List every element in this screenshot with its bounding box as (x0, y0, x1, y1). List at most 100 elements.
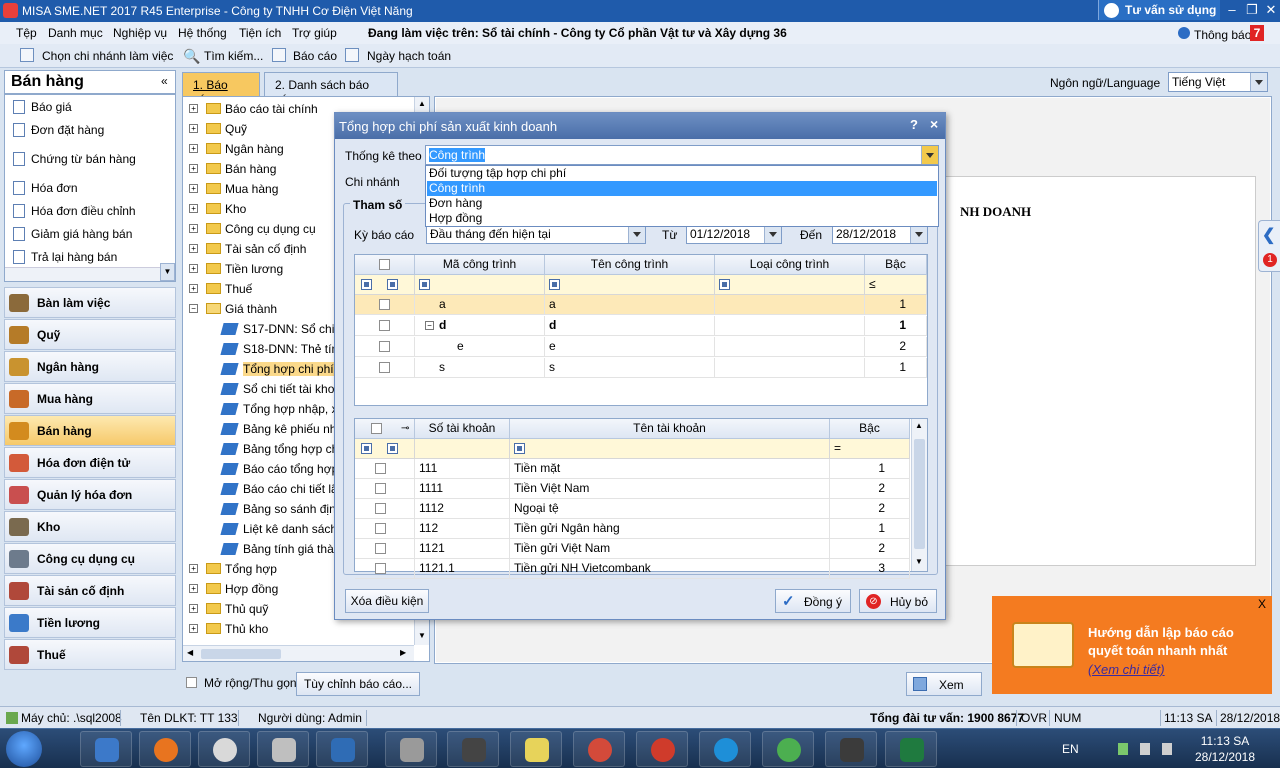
filter-cell[interactable] (355, 439, 415, 459)
row-select-cell[interactable] (355, 459, 415, 479)
row-select-cell[interactable] (355, 337, 415, 357)
branch-button[interactable]: Chọn chi nhánh làm việc (42, 49, 173, 63)
grid-header[interactable]: Mã công trình (415, 255, 545, 275)
ok-button[interactable]: ✓ Đồng ý (775, 589, 851, 613)
expand-icon[interactable]: + (189, 624, 198, 633)
expand-icon[interactable]: + (189, 164, 198, 173)
account-name-cell[interactable]: Tiền mặt (510, 459, 830, 479)
grid-header[interactable]: Bậc (830, 419, 910, 439)
account-code-cell[interactable]: 112 (415, 519, 510, 539)
network-icon[interactable] (1140, 743, 1150, 755)
expand-icon[interactable]: + (189, 284, 198, 293)
expand-icon[interactable]: + (189, 584, 198, 593)
project-level-cell[interactable]: 1 (865, 316, 927, 336)
customize-report-button[interactable]: Tùy chỉnh báo cáo... (296, 672, 420, 696)
row-checkbox[interactable] (379, 362, 390, 373)
search-button[interactable]: Tìm kiếm... (204, 49, 263, 63)
account-code-cell[interactable]: 1121 (415, 539, 510, 559)
filter-icon[interactable] (549, 279, 560, 290)
nav-item[interactable]: Ngân hàng (4, 351, 176, 382)
filter-icon[interactable] (719, 279, 730, 290)
stat-select[interactable]: Công trình (425, 145, 939, 165)
banner-link[interactable]: (Xem chi tiết) (1088, 662, 1165, 677)
chevron-down-icon[interactable] (628, 225, 645, 243)
filter-icon[interactable] (419, 279, 430, 290)
clock[interactable]: 11:13 SA 28/12/2018 (1190, 733, 1260, 765)
nav-item[interactable]: Bàn làm việc (4, 287, 176, 318)
taskbar-app[interactable] (316, 731, 368, 767)
row-checkbox[interactable] (375, 523, 386, 534)
report-button[interactable]: Báo cáo (293, 49, 337, 63)
filter-cell[interactable] (715, 275, 865, 295)
filter-cell[interactable] (355, 275, 415, 295)
posting-date-button[interactable]: Ngày hạch toán (367, 49, 451, 63)
expand-icon[interactable]: + (189, 244, 198, 253)
filter-icon[interactable] (514, 443, 525, 454)
to-date[interactable]: 28/12/2018 (832, 224, 928, 244)
expand-icon[interactable]: + (189, 104, 198, 113)
filter-icon[interactable] (361, 279, 372, 290)
nav-item[interactable]: Quản lý hóa đơn (4, 479, 176, 510)
scroll-right-icon[interactable]: ▶ (400, 648, 406, 657)
collapse-icon[interactable]: − (189, 304, 198, 313)
project-level-cell[interactable]: 1 (865, 295, 927, 315)
account-code-cell[interactable]: 1111 (415, 479, 510, 499)
account-level-cell[interactable]: 3 (830, 559, 910, 579)
project-type-cell[interactable] (715, 337, 865, 357)
filter-cell[interactable] (510, 439, 830, 459)
list-item[interactable]: Giảm giá hàng bán (13, 224, 168, 244)
consult-button[interactable]: Tư vấn sử dụng (1098, 0, 1220, 20)
scroll-up-icon[interactable]: ▲ (915, 421, 923, 430)
taskbar-app[interactable] (762, 731, 814, 767)
chevron-down-icon[interactable] (910, 225, 927, 243)
expand-icon[interactable]: + (189, 264, 198, 273)
dropdown-option[interactable]: Hợp đồng (427, 211, 937, 226)
tray-icon[interactable] (1118, 743, 1128, 755)
tree-hscroll[interactable]: ◀ ▶ (183, 645, 414, 661)
taskbar-app[interactable] (510, 731, 562, 767)
filter-cell[interactable]: ≤ (865, 275, 927, 295)
row-select-cell[interactable] (355, 519, 415, 539)
taskbar-app[interactable] (198, 731, 250, 767)
period-select[interactable]: Đầu tháng đến hiện tại (426, 224, 646, 244)
taskbar-app[interactable] (825, 731, 877, 767)
nav-item[interactable]: Bán hàng (4, 415, 176, 446)
row-checkbox[interactable] (375, 563, 386, 574)
chevron-down-icon[interactable] (1250, 73, 1267, 91)
list-item[interactable]: Đơn đặt hàng (13, 120, 168, 140)
expand-icon[interactable]: + (189, 124, 198, 133)
grid-header[interactable]: Số tài khoản (415, 419, 510, 439)
row-select-cell[interactable] (355, 295, 415, 315)
account-name-cell[interactable]: Tiền Việt Nam (510, 479, 830, 499)
row-checkbox[interactable] (375, 483, 386, 494)
taskbar-app[interactable] (80, 731, 132, 767)
row-select-cell[interactable] (355, 499, 415, 519)
project-level-cell[interactable]: 2 (865, 337, 927, 357)
input-language[interactable]: EN (1062, 742, 1079, 756)
pin-icon[interactable]: ⊸ (401, 419, 409, 438)
taskbar-app[interactable] (139, 731, 191, 767)
filter-icon[interactable] (361, 443, 372, 454)
scroll-thumb[interactable] (914, 439, 925, 549)
account-level-cell[interactable]: 2 (830, 499, 910, 519)
scroll-left-icon[interactable]: ◀ (187, 648, 193, 657)
scroll-down-icon[interactable]: ▼ (418, 631, 426, 640)
account-name-cell[interactable]: Tiền gửi Ngân hàng (510, 519, 830, 539)
expand-icon[interactable]: + (189, 604, 198, 613)
row-select-cell[interactable] (355, 316, 415, 336)
select-all-checkbox[interactable] (379, 259, 390, 270)
scroll-down-icon[interactable]: ▼ (915, 557, 923, 566)
nav-item[interactable]: Quỹ (4, 319, 176, 350)
taskbar-app[interactable] (636, 731, 688, 767)
taskbar-app[interactable] (447, 731, 499, 767)
taskbar-app[interactable] (257, 731, 309, 767)
nav-item[interactable]: Tiền lương (4, 607, 176, 638)
row-checkbox[interactable] (379, 299, 390, 310)
taskbar-app[interactable] (385, 731, 437, 767)
expand-icon[interactable]: + (189, 564, 198, 573)
list-item[interactable]: Trả lại hàng bán (13, 247, 168, 267)
taskbar-app[interactable] (699, 731, 751, 767)
row-checkbox[interactable] (379, 320, 390, 331)
filter-icon[interactable] (387, 443, 398, 454)
collapse-icon[interactable]: − (425, 321, 434, 330)
